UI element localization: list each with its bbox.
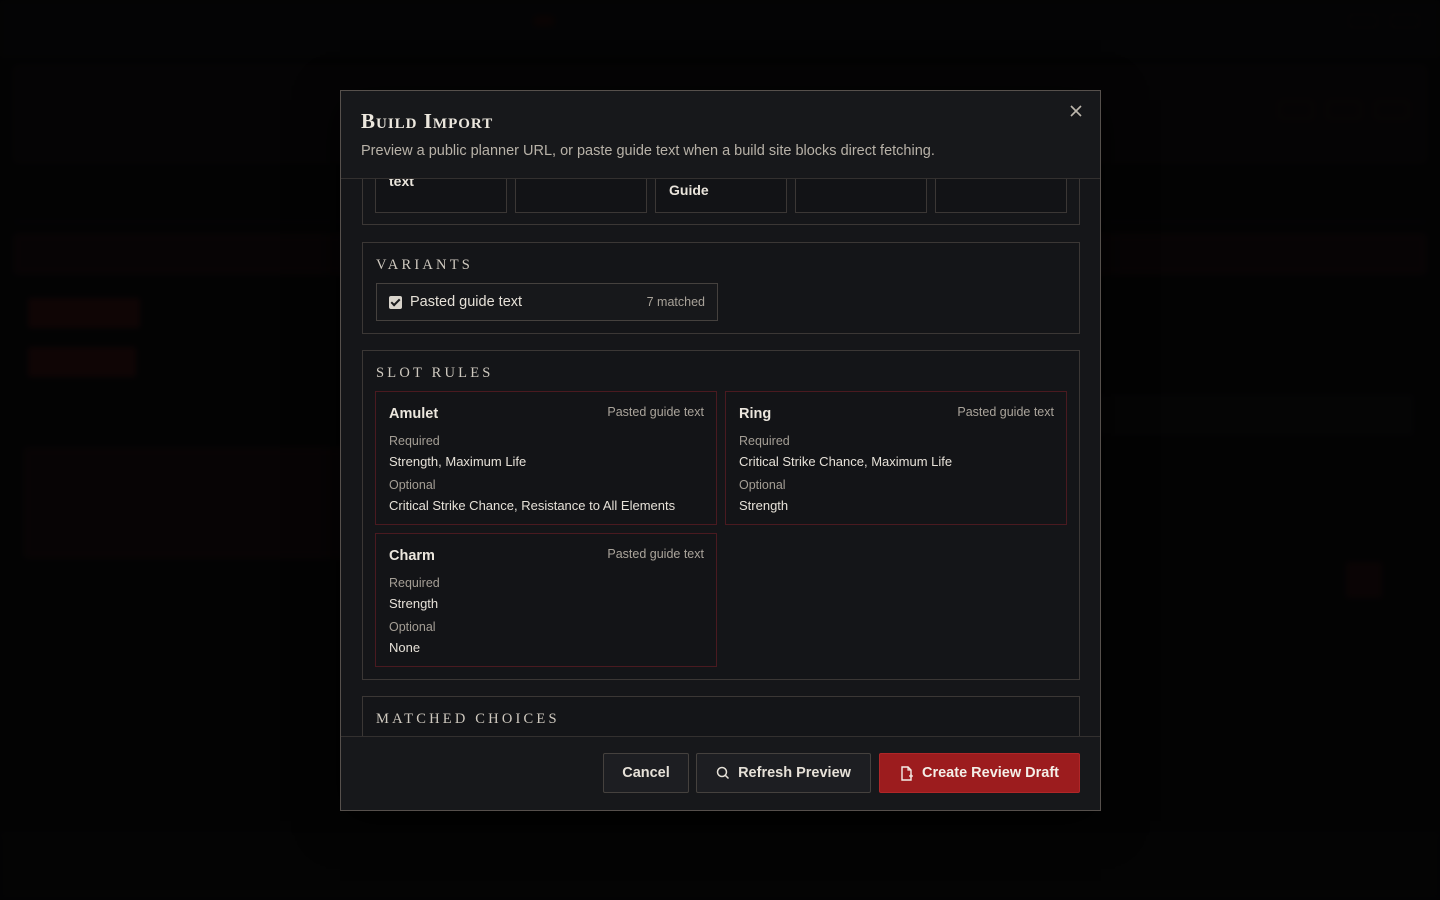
slot-required-label: Required xyxy=(389,434,440,448)
slot-card-ring: Ring Pasted guide text Required Critical… xyxy=(725,391,1067,525)
slot-required-label: Required xyxy=(389,576,440,590)
slot-optional-label: Optional xyxy=(739,478,786,492)
slot-required-value: Critical Strike Chance, Maximum Life xyxy=(739,454,953,469)
modal-body[interactable]: text Guide 0 VARIANTS Pasted guide text … xyxy=(341,179,1100,737)
slot-required-value: Strength xyxy=(389,596,439,611)
variant-match-count: 7 matched xyxy=(646,295,705,309)
slot-source: Pasted guide text xyxy=(957,405,1054,419)
variants-section: VARIANTS Pasted guide text 7 matched xyxy=(362,242,1080,334)
slot-optional-label: Optional xyxy=(389,620,436,634)
summary-card: 0 xyxy=(935,179,1067,213)
close-icon[interactable] xyxy=(1066,101,1086,121)
slot-optional-value: None xyxy=(389,640,421,655)
modal-subtitle: Preview a public planner URL, or paste g… xyxy=(361,143,935,159)
slot-card-charm: Charm Pasted guide text Required Strengt… xyxy=(375,533,717,667)
create-review-draft-button[interactable]: Create Review Draft xyxy=(879,753,1080,793)
summary-section: text Guide 0 xyxy=(362,179,1080,225)
slot-card-amulet: Amulet Pasted guide text Required Streng… xyxy=(375,391,717,525)
variant-checkbox[interactable] xyxy=(389,296,402,309)
variant-item[interactable]: Pasted guide text 7 matched xyxy=(376,283,718,321)
slot-name: Ring xyxy=(739,406,772,422)
summary-card xyxy=(795,179,927,213)
cancel-button[interactable]: Cancel xyxy=(603,753,689,793)
matched-choices-title: MATCHED CHOICES xyxy=(376,711,560,727)
search-icon xyxy=(716,766,730,780)
refresh-preview-label: Refresh Preview xyxy=(738,765,851,781)
variant-label: Pasted guide text xyxy=(410,294,523,310)
slot-required-label: Required xyxy=(739,434,790,448)
summary-card: text xyxy=(375,179,507,213)
slot-optional-value: Critical Strike Chance, Resistance to Al… xyxy=(389,498,676,513)
modal-header: Build Import Preview a public planner UR… xyxy=(341,91,1100,179)
create-review-draft-label: Create Review Draft xyxy=(922,765,1059,781)
summary-card: Guide xyxy=(655,179,787,213)
summary-card xyxy=(515,179,647,213)
summary-card-value: text xyxy=(389,179,414,189)
build-import-modal: Build Import Preview a public planner UR… xyxy=(340,90,1101,811)
modal-footer: Cancel Refresh Preview Create Review Dra… xyxy=(341,736,1100,810)
slot-rules-section: SLOT RULES Amulet Pasted guide text Requ… xyxy=(362,350,1080,680)
modal-title: Build Import xyxy=(361,109,494,133)
slot-name: Charm xyxy=(389,548,435,564)
slot-optional-value: Strength xyxy=(739,498,789,513)
matched-choices-section: MATCHED CHOICES xyxy=(362,696,1080,737)
cancel-button-label: Cancel xyxy=(622,765,670,781)
slot-source: Pasted guide text xyxy=(607,405,704,419)
variants-title: VARIANTS xyxy=(376,257,474,273)
slot-required-value: Strength, Maximum Life xyxy=(389,454,527,469)
slot-name: Amulet xyxy=(389,406,439,422)
slot-rules-title: SLOT RULES xyxy=(376,365,494,381)
summary-card-value: Guide xyxy=(669,182,709,198)
refresh-preview-button[interactable]: Refresh Preview xyxy=(696,753,871,793)
slot-optional-label: Optional xyxy=(389,478,436,492)
file-plus-icon xyxy=(900,765,914,781)
slot-source: Pasted guide text xyxy=(607,547,704,561)
